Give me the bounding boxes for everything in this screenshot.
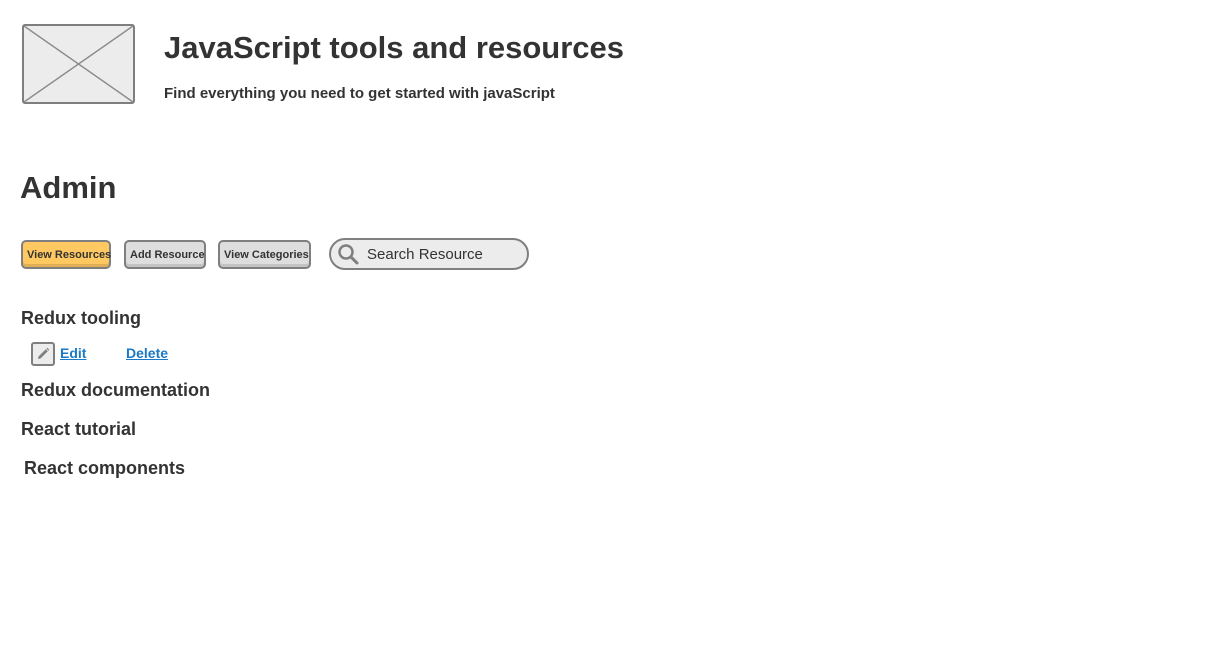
search-box[interactable] (329, 238, 529, 270)
resource-item-react-tutorial: React tutorial (21, 419, 137, 439)
delete-link[interactable]: Delete (126, 345, 168, 361)
resource-item-react-components: React components (24, 458, 186, 478)
search-input[interactable] (367, 245, 517, 263)
add-resource-button[interactable]: Add Resource (124, 240, 206, 269)
view-resources-button[interactable]: View Resources (21, 240, 111, 269)
admin-heading: Admin (20, 170, 117, 205)
pencil-icon[interactable] (31, 342, 55, 366)
search-icon (337, 243, 359, 265)
resource-item-redux-documentation: Redux documentation (21, 380, 211, 400)
resource-item-redux-tooling: Redux tooling (21, 308, 141, 328)
logo-placeholder (22, 24, 135, 104)
image-placeholder-icon (24, 26, 133, 102)
site-title: JavaScript tools and resources (164, 30, 625, 65)
view-categories-button[interactable]: View Categories (218, 240, 311, 269)
site-subtitle: Find everything you need to get started … (164, 85, 555, 102)
edit-link[interactable]: Edit (60, 345, 86, 361)
